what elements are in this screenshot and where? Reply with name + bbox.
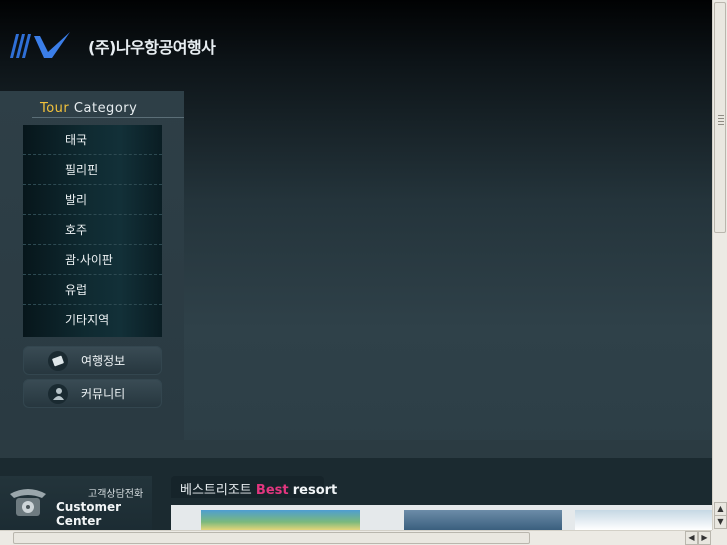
resort-thumbnail[interactable] [201, 510, 360, 530]
tour-category-title: Tour Category [40, 101, 137, 116]
travel-info-label: 여행정보 [81, 354, 126, 368]
best-resort-heading: 베스트리조트 Best resort [180, 479, 337, 498]
menu-item-bali[interactable]: 발리 [23, 185, 162, 215]
horizontal-scroll-thumb[interactable] [13, 532, 530, 544]
best-resort-korean: 베스트리조트 [180, 483, 252, 498]
menu-item-guam-saipan[interactable]: 괌·사이판 [23, 245, 162, 275]
menu-item-europe[interactable]: 유럽 [23, 275, 162, 305]
community-button[interactable]: 커뮤니티 [23, 379, 162, 408]
vertical-scroll-thumb[interactable] [714, 2, 726, 233]
horizontal-scrollbar[interactable]: ◀ ▶ [0, 530, 712, 545]
best-resort-best: Best [255, 483, 289, 498]
community-label: 커뮤니티 [81, 387, 126, 401]
category-menu: 태국 필리핀 발리 호주 괌·사이판 유럽 기타지역 [23, 125, 162, 337]
menu-item-other-regions[interactable]: 기타지역 [23, 305, 162, 335]
tour-category-title-accent: Tour [40, 101, 70, 116]
travel-info-button[interactable]: 여행정보 [23, 346, 162, 375]
travel-info-icon [48, 350, 68, 371]
grip-line [718, 115, 724, 116]
resort-thumbnail[interactable] [575, 510, 712, 530]
scroll-right-button[interactable]: ▶ [698, 531, 711, 545]
grip-line [718, 118, 724, 119]
menu-item-philippines[interactable]: 필리핀 [23, 155, 162, 185]
best-resort-resort: resort [292, 483, 338, 498]
tour-category-panel: Tour Category 태국 필리핀 발리 호주 괌·사이판 유럽 기타지역… [0, 91, 184, 440]
page-viewport: (주)나우항공여행사 Tour Category 태국 필리핀 발리 호주 괌·… [0, 0, 712, 530]
telephone-icon [10, 489, 46, 516]
company-name: (주)나우항공여행사 [88, 38, 216, 57]
title-underline [32, 117, 184, 118]
grip-line [718, 124, 724, 125]
section-divider [0, 440, 712, 458]
company-logo[interactable]: (주)나우항공여행사 [8, 32, 216, 60]
customer-center-subtitle: 고객상담전화 [88, 489, 144, 500]
menu-item-australia[interactable]: 호주 [23, 215, 162, 245]
grip-line [718, 121, 724, 122]
scroll-left-button[interactable]: ◀ [685, 531, 698, 545]
logo-mark-icon [10, 32, 70, 58]
scrollbar-corner [712, 530, 727, 545]
menu-item-thailand[interactable]: 태국 [23, 125, 162, 155]
community-icon [48, 383, 68, 404]
resort-thumbnail[interactable] [404, 510, 562, 530]
customer-center-box[interactable]: 고객상담전화 Customer Center [0, 476, 152, 530]
customer-center-title: Customer Center [56, 500, 122, 528]
tour-category-title-rest: Category [73, 101, 138, 116]
scroll-down-button[interactable]: ▼ [714, 515, 727, 529]
vertical-scrollbar[interactable]: ▲ ▼ [712, 0, 727, 530]
scroll-up-button[interactable]: ▲ [714, 502, 727, 516]
